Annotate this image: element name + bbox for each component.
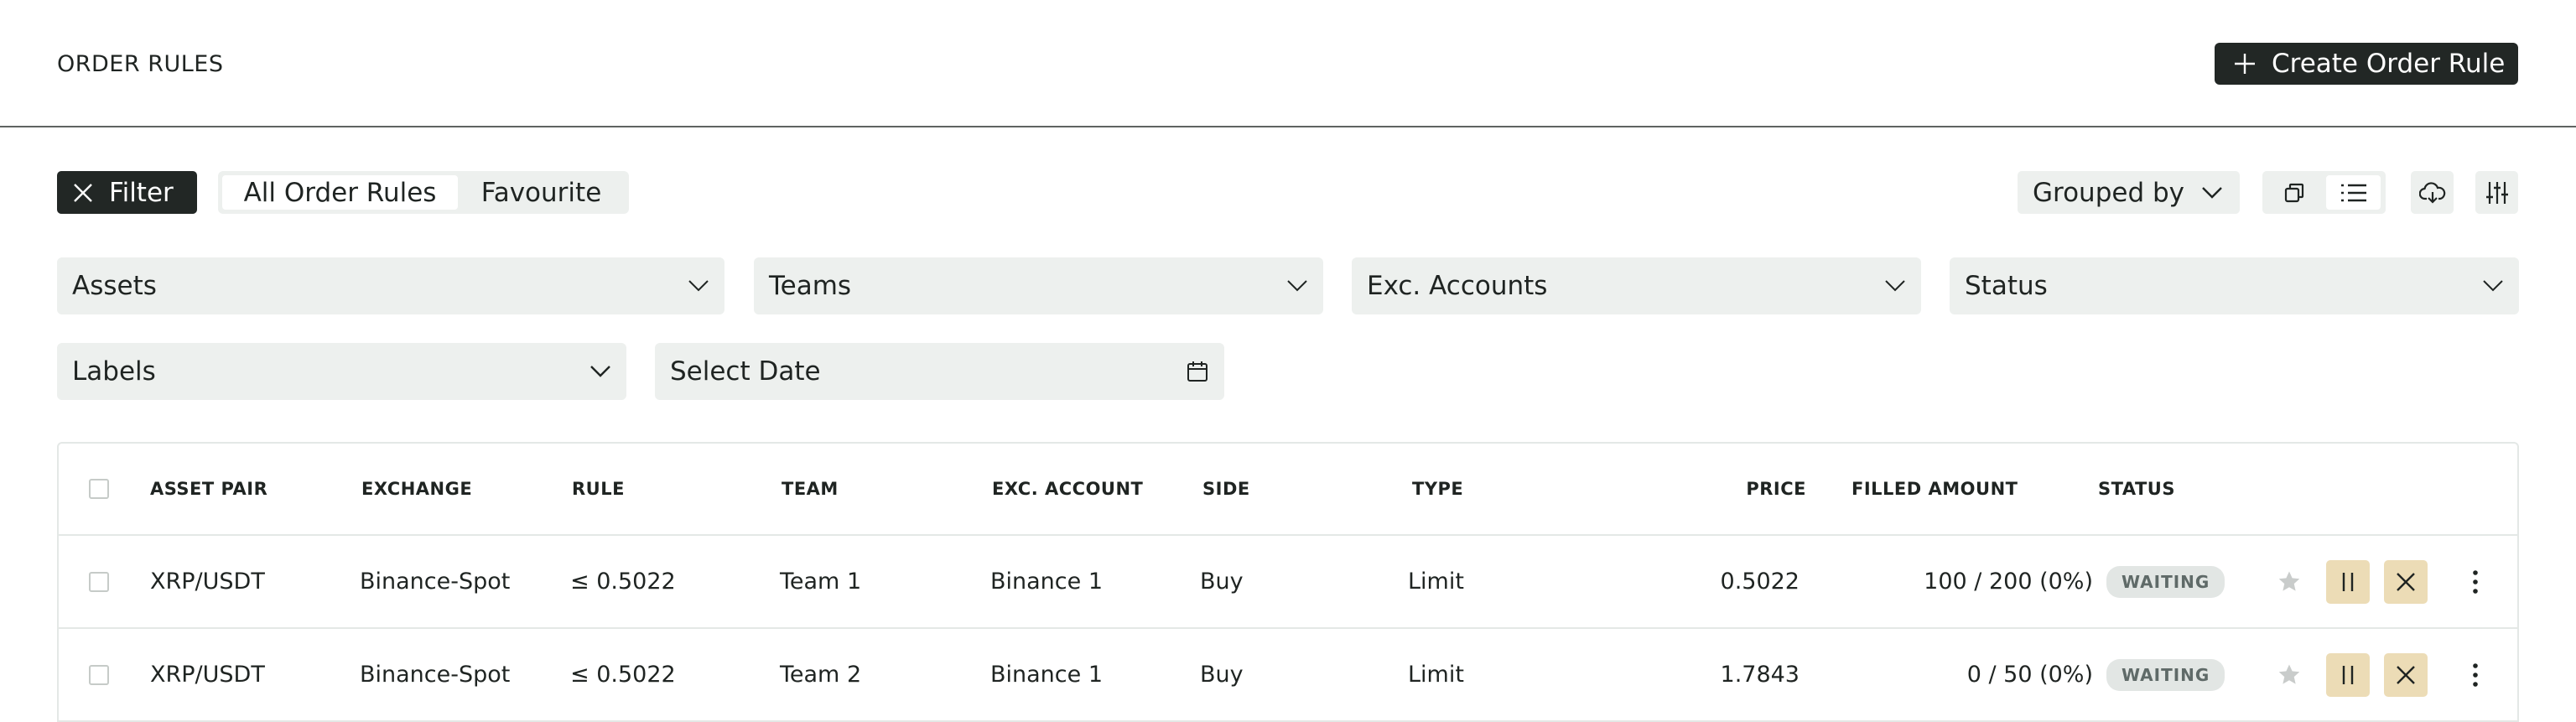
filter-toggle-button[interactable]: Filter (57, 171, 197, 214)
filter-label: Filter (109, 177, 174, 208)
download-button[interactable] (2411, 171, 2454, 214)
more-vertical-icon (2473, 662, 2478, 687)
cancel-rule-button[interactable] (2384, 536, 2428, 627)
labels-filter-dropdown[interactable]: Labels (57, 343, 626, 400)
create-order-rule-label: Create Order Rule (2272, 49, 2506, 79)
sliders-icon (2485, 181, 2508, 204)
column-type[interactable]: TYPE (1412, 444, 1463, 534)
close-icon (2397, 572, 2415, 591)
chevron-down-icon (2483, 280, 2503, 292)
filled-amount-cell: 0 / 50 (0%) (1966, 662, 2093, 688)
page-header: ORDER RULES Create Order Rule (0, 0, 2576, 127)
team-cell: Team 1 (780, 569, 862, 595)
column-side[interactable]: SIDE (1202, 444, 1250, 534)
status-cell: WAITING (2106, 536, 2225, 627)
star-icon (2278, 664, 2300, 684)
team-cell: Team 2 (780, 662, 862, 688)
date-picker-placeholder: Select Date (670, 356, 821, 387)
page-title: ORDER RULES (57, 51, 224, 77)
column-status[interactable]: STATUS (2098, 444, 2175, 534)
calendar-icon (1187, 361, 1208, 382)
column-exc-account[interactable]: EXC. ACCOUNT (992, 444, 1143, 534)
grouped-by-dropdown[interactable]: Grouped by (2018, 171, 2240, 214)
column-filled-amount[interactable]: FILLED AMOUNT (1852, 444, 2018, 534)
row-menu-button[interactable] (2471, 536, 2480, 627)
pause-button[interactable] (2326, 629, 2370, 720)
chevron-down-icon (2202, 186, 2222, 199)
exc-accounts-filter-label: Exc. Accounts (1367, 271, 1548, 301)
more-vertical-icon (2473, 569, 2478, 594)
rule-cell: ≤ 0.5022 (570, 662, 676, 688)
cards-icon (2284, 183, 2303, 202)
asset-pair-cell: XRP/USDT (150, 662, 265, 688)
column-team[interactable]: TEAM (782, 444, 839, 534)
column-settings-button[interactable] (2475, 171, 2518, 214)
asset-pair-cell: XRP/USDT (150, 569, 265, 595)
exchange-cell: Binance-Spot (360, 569, 511, 595)
teams-filter-dropdown[interactable]: Teams (754, 257, 1323, 314)
pause-button[interactable] (2326, 536, 2370, 627)
list-view-button[interactable] (2326, 175, 2381, 210)
rule-scope-tabs: All Order Rules Favourite (218, 171, 629, 214)
price-cell: 1.7843 (1720, 662, 1800, 688)
table-row[interactable]: XRP/USDT Binance-Spot ≤ 0.5022 Team 1 Bi… (59, 536, 2517, 629)
status-cell: WAITING (2106, 629, 2225, 720)
card-view-button[interactable] (2267, 175, 2321, 210)
status-badge: WAITING (2106, 565, 2225, 598)
create-order-rule-button[interactable]: Create Order Rule (2215, 43, 2518, 85)
status-filter-label: Status (1965, 271, 2048, 301)
assets-filter-label: Assets (72, 271, 157, 301)
type-cell: Limit (1408, 662, 1464, 688)
cancel-rule-button[interactable] (2384, 629, 2428, 720)
side-cell: Buy (1200, 569, 1244, 595)
table-row[interactable]: XRP/USDT Binance-Spot ≤ 0.5022 Team 2 Bi… (59, 629, 2517, 722)
account-cell: Binance 1 (990, 662, 1104, 688)
order-rules-table: ASSET PAIR EXCHANGE RULE TEAM EXC. ACCOU… (57, 442, 2519, 722)
status-badge: WAITING (2106, 658, 2225, 691)
tab-all-order-rules[interactable]: All Order Rules (222, 175, 458, 210)
row-checkbox[interactable] (89, 536, 109, 627)
chevron-down-icon (590, 366, 610, 377)
chevron-down-icon (688, 280, 709, 292)
column-asset-pair[interactable]: ASSET PAIR (150, 444, 267, 534)
plus-icon (2235, 54, 2255, 74)
side-cell: Buy (1200, 662, 1244, 688)
row-checkbox[interactable] (89, 629, 109, 720)
type-cell: Limit (1408, 569, 1464, 595)
row-menu-button[interactable] (2471, 629, 2480, 720)
chevron-down-icon (1885, 280, 1905, 292)
labels-filter-label: Labels (72, 356, 156, 387)
exc-accounts-filter-dropdown[interactable]: Exc. Accounts (1352, 257, 1921, 314)
favourite-button[interactable] (2277, 536, 2302, 627)
assets-filter-dropdown[interactable]: Assets (57, 257, 724, 314)
pause-icon (2342, 665, 2354, 684)
view-mode-toggle (2262, 171, 2386, 214)
teams-filter-label: Teams (769, 271, 852, 301)
list-icon (2340, 184, 2366, 201)
rule-cell: ≤ 0.5022 (570, 569, 676, 595)
column-price[interactable]: PRICE (1652, 444, 1806, 534)
status-filter-dropdown[interactable]: Status (1950, 257, 2519, 314)
chevron-down-icon (1287, 280, 1307, 292)
close-icon (74, 183, 92, 202)
grouped-by-label: Grouped by (2033, 177, 2185, 208)
filled-amount-cell: 100 / 200 (0%) (1924, 569, 2093, 595)
table-header-row: ASSET PAIR EXCHANGE RULE TEAM EXC. ACCOU… (59, 444, 2517, 536)
date-picker-field[interactable]: Select Date (655, 343, 1224, 400)
price-cell: 0.5022 (1720, 569, 1800, 595)
select-all-checkbox[interactable] (89, 444, 109, 534)
pause-icon (2342, 572, 2354, 591)
tab-favourite[interactable]: Favourite (458, 175, 625, 210)
column-rule[interactable]: RULE (572, 444, 625, 534)
favourite-button[interactable] (2277, 629, 2302, 720)
star-icon (2278, 571, 2300, 591)
exchange-cell: Binance-Spot (360, 662, 511, 688)
account-cell: Binance 1 (990, 569, 1104, 595)
cloud-download-icon (2418, 181, 2445, 204)
column-exchange[interactable]: EXCHANGE (361, 444, 472, 534)
close-icon (2397, 665, 2415, 684)
